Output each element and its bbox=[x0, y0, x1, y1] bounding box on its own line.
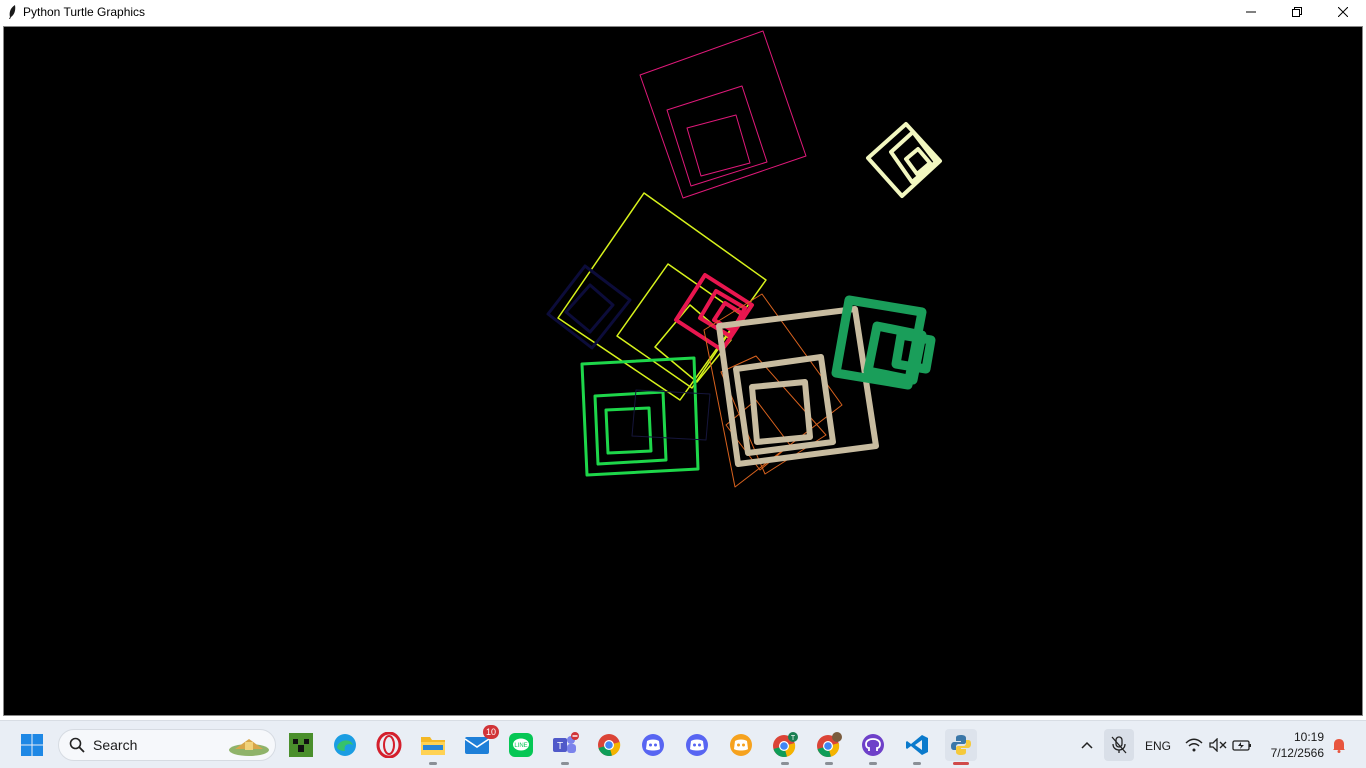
darkblue-square-outer bbox=[631, 389, 711, 441]
edge-icon bbox=[334, 734, 356, 756]
microphone-muted-icon bbox=[1111, 736, 1127, 754]
taskbar-app-vscode[interactable] bbox=[901, 729, 933, 765]
taskbar-app-line[interactable]: LINE bbox=[505, 729, 537, 761]
discord-icon bbox=[686, 734, 708, 756]
tray-battery-button[interactable] bbox=[1230, 729, 1254, 761]
discord-icon bbox=[730, 734, 752, 756]
taskbar-app-file-explorer[interactable] bbox=[417, 729, 449, 765]
chrome-icon bbox=[598, 734, 621, 756]
search-icon bbox=[69, 737, 85, 753]
tray-clock[interactable]: 10:19 7/12/2566 bbox=[1262, 727, 1328, 763]
taskbar-app-discord-2[interactable] bbox=[681, 729, 713, 761]
search-label: Search bbox=[93, 737, 138, 753]
magenta-square-middle bbox=[666, 85, 768, 187]
clock-date: 7/12/2566 bbox=[1270, 746, 1324, 760]
opera-icon bbox=[376, 732, 402, 758]
chrome-profile-icon: T bbox=[773, 732, 798, 757]
tray-volume-button[interactable] bbox=[1206, 729, 1230, 761]
search-highlight-icon bbox=[229, 739, 269, 756]
green-square-inner bbox=[604, 406, 653, 455]
chevron-up-icon bbox=[1081, 741, 1093, 749]
tray-microphone-button[interactable] bbox=[1104, 729, 1134, 761]
magenta-square-outer bbox=[639, 30, 807, 199]
svg-text:T: T bbox=[791, 735, 796, 742]
tray-wifi-button[interactable] bbox=[1182, 729, 1206, 761]
taskbar-app-mail[interactable]: 10 bbox=[461, 725, 499, 761]
vscode-icon bbox=[906, 735, 928, 755]
svg-text:LINE: LINE bbox=[514, 743, 527, 749]
taskbar-app-chrome-profile-2[interactable] bbox=[813, 729, 845, 765]
python-icon bbox=[951, 735, 971, 755]
line-icon: LINE bbox=[509, 733, 533, 757]
bell-icon bbox=[1333, 739, 1345, 753]
chrome-profile-icon bbox=[817, 732, 842, 757]
cream-square-middle bbox=[889, 130, 938, 184]
file-explorer-icon bbox=[421, 737, 445, 755]
taskbar-app-edge[interactable] bbox=[329, 729, 361, 761]
taskbar-app-teams[interactable]: T bbox=[549, 729, 581, 765]
clock-time: 10:19 bbox=[1293, 730, 1324, 744]
windows-start-icon bbox=[21, 734, 43, 756]
teams-icon: T bbox=[553, 732, 579, 753]
github-icon bbox=[862, 734, 884, 756]
turtle-drawing bbox=[546, 30, 942, 488]
wifi-icon bbox=[1185, 738, 1203, 752]
battery-charging-icon bbox=[1232, 740, 1251, 751]
mail-badge: 10 bbox=[482, 725, 499, 739]
taskbar-app-opera[interactable] bbox=[373, 729, 405, 761]
taskbar-app-minecraft[interactable] bbox=[285, 729, 317, 761]
windows-start-button[interactable] bbox=[16, 729, 48, 761]
taskbar-app-chrome-profile-1[interactable]: T bbox=[769, 729, 801, 765]
taskbar-search[interactable]: Search bbox=[58, 729, 276, 761]
minecraft-icon bbox=[289, 733, 313, 757]
discord-icon bbox=[642, 734, 664, 756]
taskbar-app-chrome[interactable] bbox=[593, 729, 625, 761]
volume-muted-icon bbox=[1209, 738, 1227, 752]
taskbar-app-github[interactable] bbox=[857, 729, 889, 765]
navy-square-inner bbox=[564, 283, 615, 334]
green-square-outer bbox=[580, 356, 700, 477]
notifications-button[interactable] bbox=[1328, 729, 1350, 761]
svg-text:T: T bbox=[557, 741, 563, 752]
language-indicator[interactable]: ENG bbox=[1145, 739, 1171, 753]
magenta-square-inner bbox=[686, 114, 751, 177]
tray-overflow-button[interactable] bbox=[1076, 729, 1098, 761]
taskbar: Search 10 LINE T T ENG 10:19 7/12/2566 bbox=[0, 720, 1366, 768]
taskbar-app-python[interactable] bbox=[945, 729, 977, 765]
taskbar-app-discord-1[interactable] bbox=[637, 729, 669, 761]
taskbar-app-discord-3[interactable] bbox=[725, 729, 757, 761]
